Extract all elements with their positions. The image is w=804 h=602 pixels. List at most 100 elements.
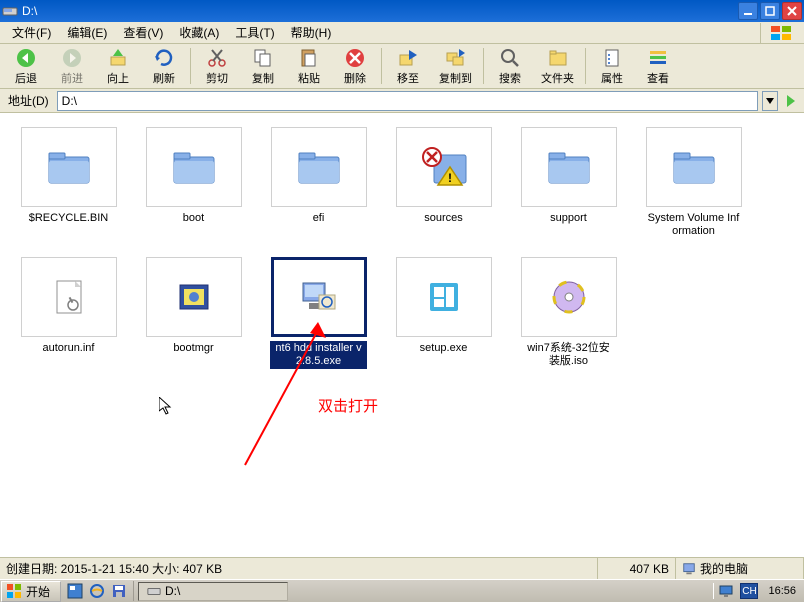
address-dropdown[interactable]	[762, 91, 778, 111]
item-icon	[21, 257, 117, 337]
copy-button[interactable]: 复制	[241, 44, 285, 89]
forward-button: 前进	[50, 44, 94, 89]
menu-edit[interactable]: 编辑(E)	[59, 22, 115, 43]
file-item[interactable]: efi	[266, 123, 371, 243]
file-item[interactable]: nt6 hdd installer v2.8.5.exe	[266, 253, 371, 373]
refresh-button[interactable]: 刷新	[142, 44, 186, 89]
item-label: efi	[311, 211, 327, 226]
search-icon	[499, 47, 521, 69]
toolbar: 后退 前进 向上 刷新 剪切 复制 粘贴 删除 移至 复制到 搜索 文件夹 属性…	[0, 44, 804, 89]
moveto-icon	[397, 47, 419, 69]
item-label: sources	[422, 211, 465, 226]
minimize-button[interactable]	[738, 2, 758, 20]
item-label: autorun.inf	[41, 341, 97, 356]
separator	[190, 48, 191, 84]
item-label: boot	[181, 211, 206, 226]
item-label: nt6 hdd installer v2.8.5.exe	[270, 341, 367, 369]
addressbar: 地址(D)	[0, 89, 804, 113]
up-icon	[107, 47, 129, 69]
back-button[interactable]: 后退	[4, 44, 48, 89]
address-input[interactable]	[57, 91, 758, 111]
go-button[interactable]	[782, 92, 800, 110]
file-item[interactable]: support	[516, 123, 621, 243]
menu-file[interactable]: 文件(F)	[4, 22, 59, 43]
item-icon	[521, 127, 617, 207]
refresh-icon	[153, 47, 175, 69]
copyto-button[interactable]: 复制到	[432, 44, 479, 89]
window-title: D:\	[22, 4, 738, 18]
separator	[585, 48, 586, 84]
menu-view[interactable]: 查看(V)	[115, 22, 171, 43]
taskbar-clock[interactable]: 16:56	[764, 585, 800, 597]
file-item[interactable]: $RECYCLE.BIN	[16, 123, 121, 243]
task-explorer[interactable]: D:\	[138, 582, 288, 601]
item-icon	[646, 127, 742, 207]
paste-icon	[298, 47, 320, 69]
file-item[interactable]: setup.exe	[391, 253, 496, 373]
maximize-button[interactable]	[760, 2, 780, 20]
views-icon	[647, 47, 669, 69]
back-icon	[15, 47, 37, 69]
drive-icon	[2, 3, 18, 19]
ime-indicator[interactable]: CH	[740, 583, 758, 599]
item-label: setup.exe	[418, 341, 470, 356]
svg-text:!: !	[448, 171, 452, 185]
menu-help[interactable]: 帮助(H)	[283, 22, 340, 43]
views-button[interactable]: 查看	[636, 44, 680, 89]
item-label: support	[548, 211, 589, 226]
file-item[interactable]: ! sources	[391, 123, 496, 243]
ql-show-desktop[interactable]	[65, 581, 85, 601]
item-label: $RECYCLE.BIN	[27, 211, 110, 226]
item-label: System Volume Information	[645, 211, 742, 239]
windows-flag-icon	[760, 23, 800, 43]
file-item[interactable]: bootmgr	[141, 253, 246, 373]
item-icon	[146, 127, 242, 207]
ql-ie[interactable]	[87, 581, 107, 601]
item-icon: !	[396, 127, 492, 207]
menu-favorites[interactable]: 收藏(A)	[171, 22, 227, 43]
statusbar: 创建日期: 2015-1-21 15:40 大小: 407 KB 407 KB …	[0, 557, 804, 579]
quicklaunch	[61, 581, 134, 601]
file-item[interactable]: autorun.inf	[16, 253, 121, 373]
file-list: $RECYCLE.BIN boot efi! sources support System…	[0, 113, 804, 557]
address-label: 地址(D)	[4, 92, 53, 109]
drive-icon	[147, 584, 161, 598]
status-size: 407 KB	[598, 558, 676, 579]
cut-button[interactable]: 剪切	[195, 44, 239, 89]
item-icon	[396, 257, 492, 337]
item-icon	[146, 257, 242, 337]
item-icon	[21, 127, 117, 207]
taskbar: 开始 D:\ CH 16:56	[0, 579, 804, 602]
titlebar: D:\	[0, 0, 804, 22]
item-label: bootmgr	[171, 341, 215, 356]
delete-icon	[344, 47, 366, 69]
copy-icon	[252, 47, 274, 69]
forward-icon	[61, 47, 83, 69]
menubar: 文件(F) 编辑(E) 查看(V) 收藏(A) 工具(T) 帮助(H)	[0, 22, 804, 44]
properties-icon	[601, 47, 623, 69]
folders-icon	[547, 47, 569, 69]
item-icon	[521, 257, 617, 337]
file-item[interactable]: win7系统-32位安装版.iso	[516, 253, 621, 373]
menu-tools[interactable]: 工具(T)	[227, 22, 282, 43]
status-location: 我的电脑	[676, 558, 804, 579]
separator	[381, 48, 382, 84]
paste-button[interactable]: 粘贴	[287, 44, 331, 89]
delete-button[interactable]: 删除	[333, 44, 377, 89]
search-button[interactable]: 搜索	[488, 44, 532, 89]
start-button[interactable]: 开始	[1, 581, 61, 602]
copyto-icon	[445, 47, 467, 69]
file-item[interactable]: System Volume Information	[641, 123, 746, 243]
separator	[483, 48, 484, 84]
tray-display-icon[interactable]	[718, 583, 734, 599]
up-button[interactable]: 向上	[96, 44, 140, 89]
status-main: 创建日期: 2015-1-21 15:40 大小: 407 KB	[0, 558, 598, 579]
ql-save[interactable]	[109, 581, 129, 601]
moveto-button[interactable]: 移至	[386, 44, 430, 89]
properties-button[interactable]: 属性	[590, 44, 634, 89]
close-button[interactable]	[782, 2, 802, 20]
item-icon	[271, 257, 367, 337]
folders-button[interactable]: 文件夹	[534, 44, 581, 89]
system-tray: CH 16:56	[713, 583, 804, 599]
file-item[interactable]: boot	[141, 123, 246, 243]
